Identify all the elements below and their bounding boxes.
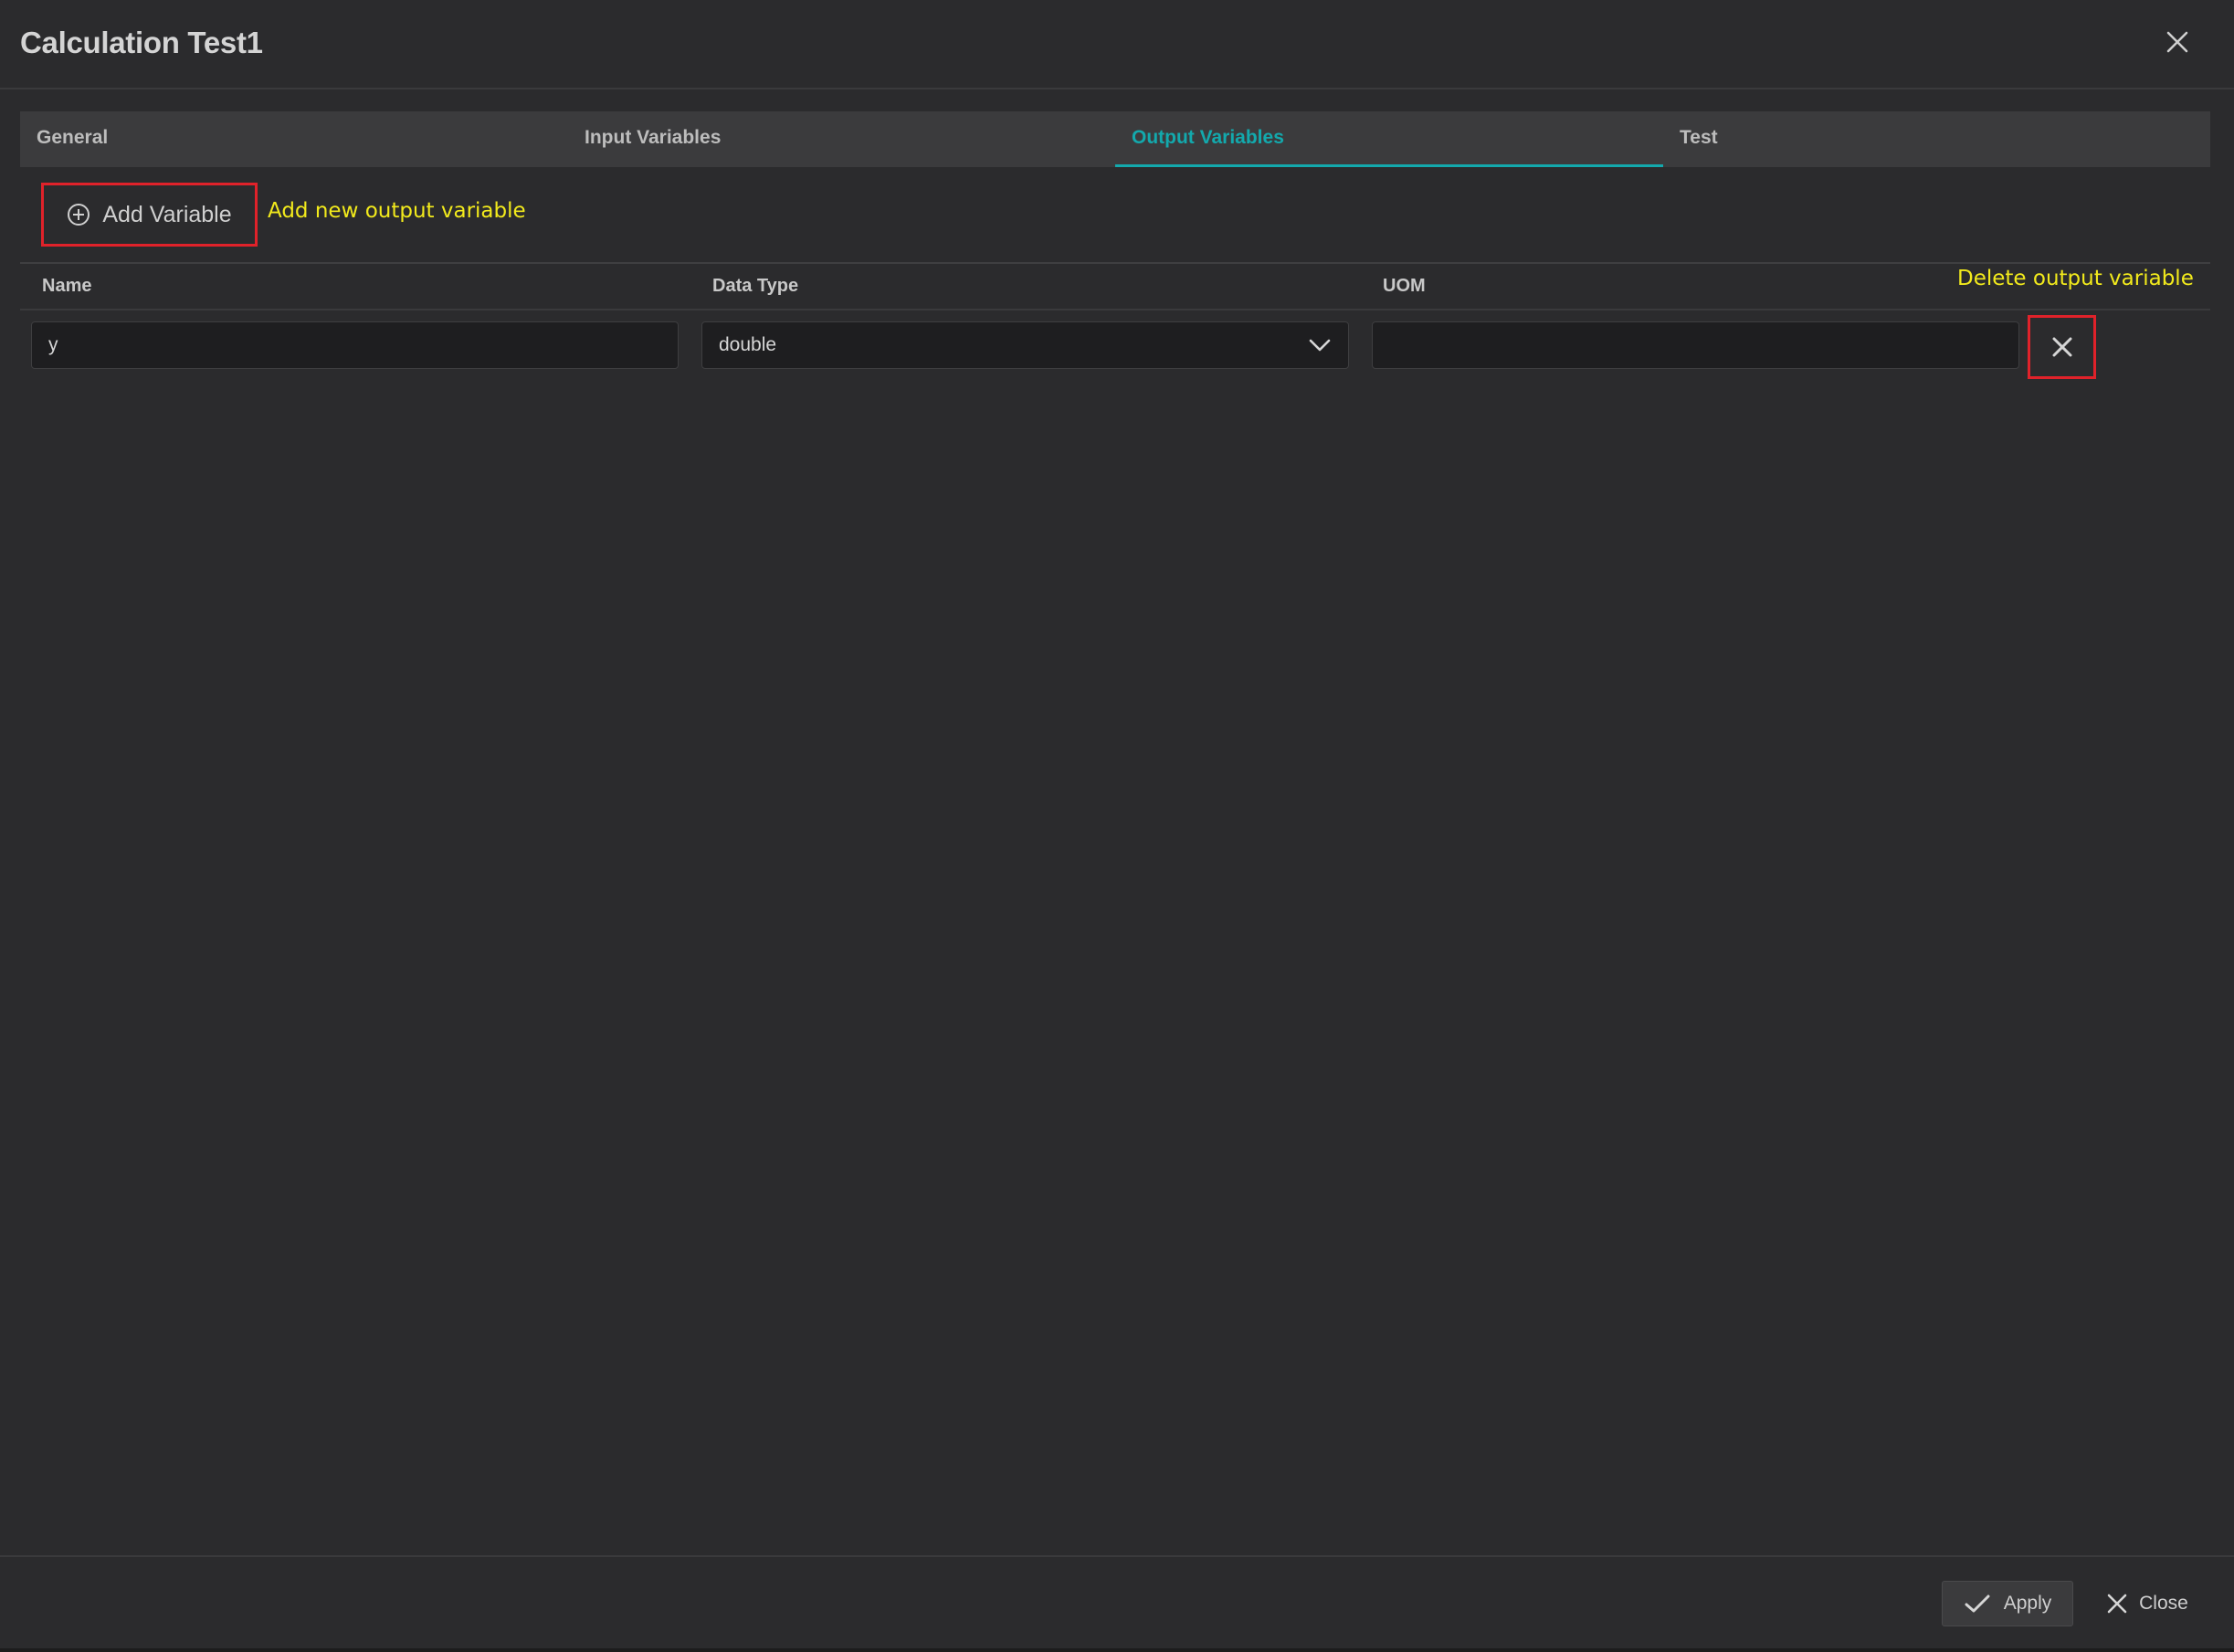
uom-field: [1372, 321, 2019, 369]
annotation-add-note: Add new output variable: [268, 199, 526, 223]
close-icon: [2106, 1593, 2128, 1615]
annotation-delete-note: Delete output variable: [1957, 267, 2194, 290]
check-icon: [1964, 1593, 1991, 1615]
bottom-edge: [0, 1648, 2234, 1652]
plus-circle-icon: [66, 202, 91, 227]
delete-variable-button[interactable]: [2028, 315, 2096, 379]
apply-label: Apply: [2003, 1593, 2052, 1614]
data-type-select[interactable]: double: [701, 321, 1349, 369]
tab-output-variables[interactable]: Output Variables: [1115, 111, 1663, 167]
add-variable-button[interactable]: Add Variable: [44, 185, 254, 244]
chevron-down-icon: [1308, 338, 1332, 352]
close-icon: [2050, 335, 2074, 359]
tab-general[interactable]: General: [20, 111, 568, 167]
column-header-uom: UOM: [1383, 276, 1426, 296]
calculation-dialog: Calculation Test1 General Input Variable…: [0, 0, 2234, 1652]
add-variable-label: Add Variable: [102, 201, 232, 227]
dialog-header: Calculation Test1: [0, 0, 2234, 89]
tab-input-variables[interactable]: Input Variables: [568, 111, 1116, 167]
toolbar-divider: [20, 262, 2210, 264]
tab-bar: General Input Variables Output Variables…: [20, 111, 2210, 167]
name-field: [31, 321, 679, 369]
dialog-title: Calculation Test1: [20, 26, 263, 59]
tab-test[interactable]: Test: [1663, 111, 2211, 167]
uom-input[interactable]: [1373, 322, 2018, 368]
apply-button[interactable]: Apply: [1942, 1581, 2073, 1626]
close-button[interactable]: Close: [2097, 1581, 2197, 1626]
close-icon[interactable]: [2161, 26, 2194, 58]
table-header-divider: [20, 309, 2210, 310]
footer-divider: [0, 1555, 2234, 1557]
data-type-value: double: [719, 334, 777, 355]
name-input[interactable]: [32, 322, 678, 368]
column-header-data-type: Data Type: [712, 276, 799, 296]
close-label: Close: [2139, 1593, 2188, 1614]
column-header-name: Name: [42, 276, 92, 296]
